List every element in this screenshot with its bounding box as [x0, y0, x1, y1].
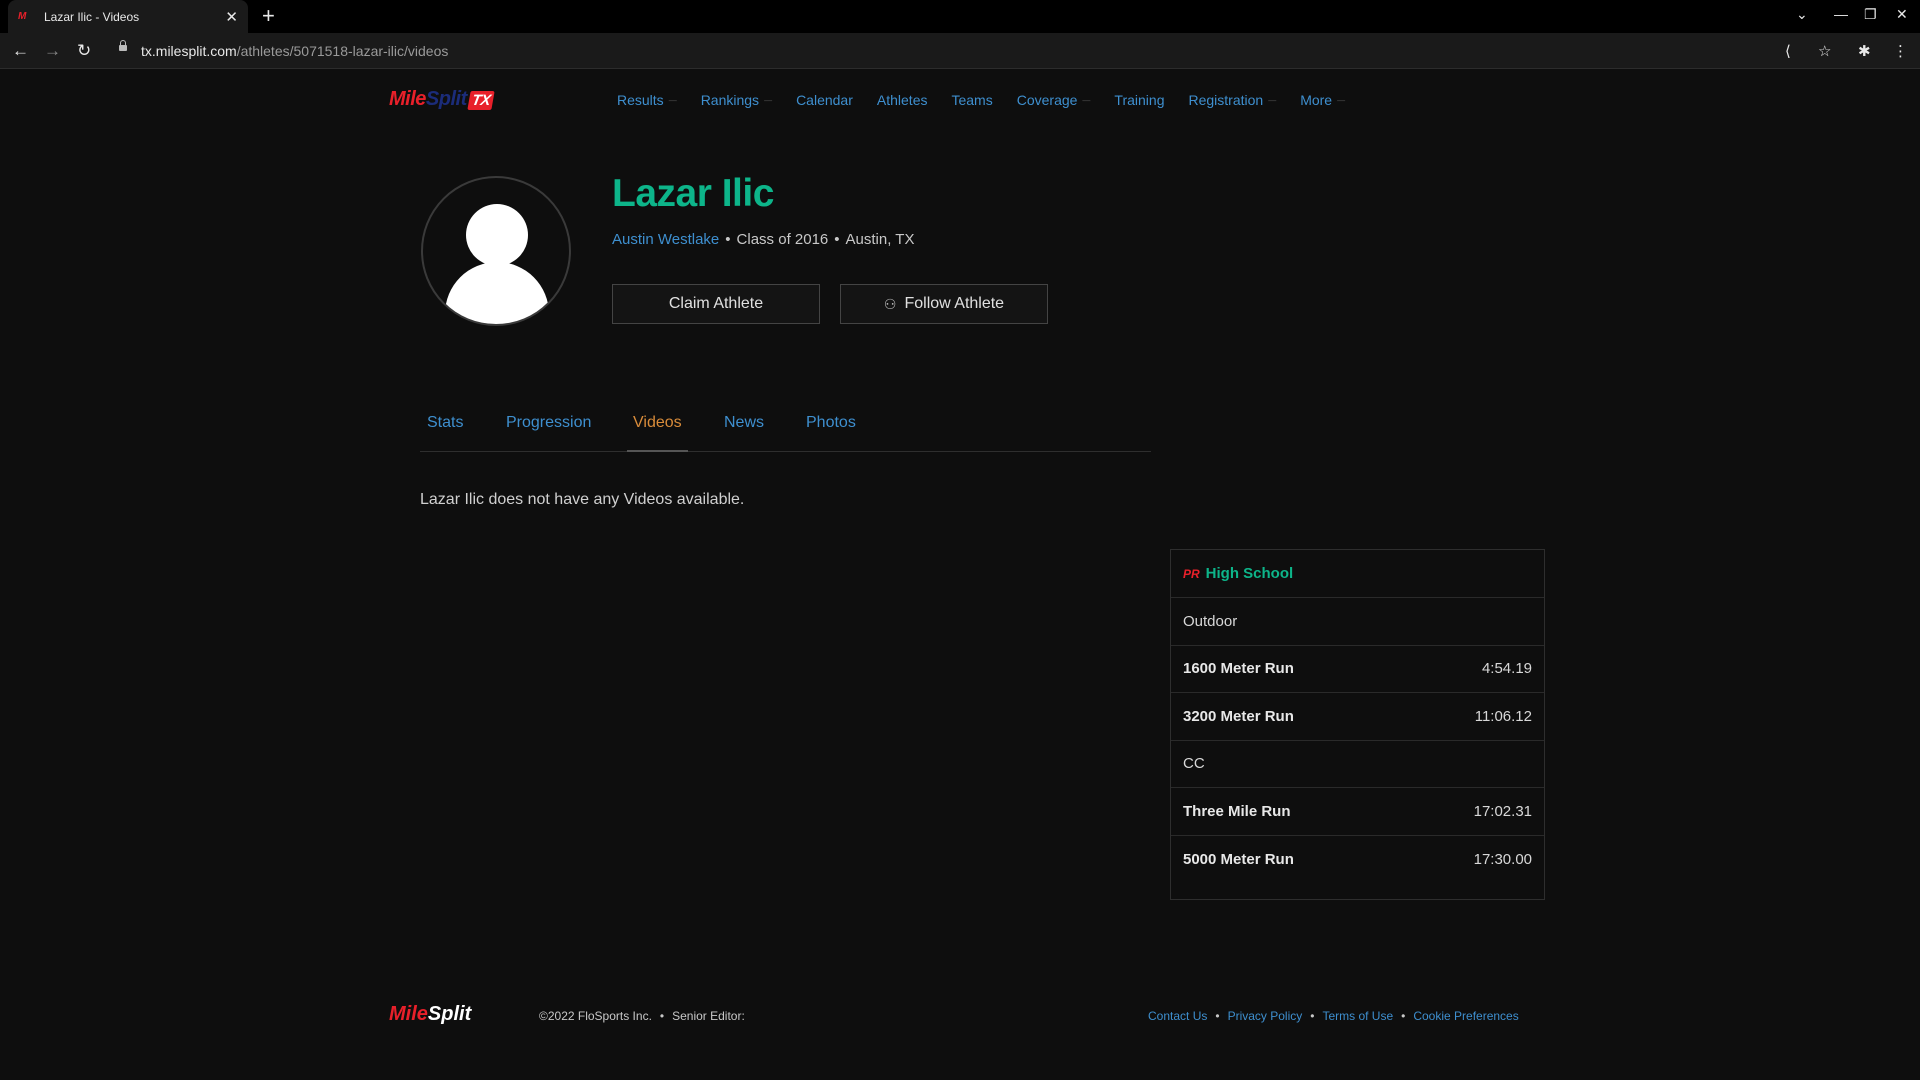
- footer-link-privacy[interactable]: Privacy Policy: [1228, 1009, 1303, 1023]
- share-icon[interactable]: ⟨: [1785, 42, 1791, 60]
- tab-videos[interactable]: Videos: [627, 414, 688, 452]
- footer-separator: •: [659, 1009, 665, 1023]
- athlete-location: Austin, TX: [845, 231, 915, 248]
- profile-tabs: Stats Progression Videos News Photos: [420, 414, 1151, 452]
- nav-calendar[interactable]: Calendar: [796, 92, 853, 108]
- nav-teams[interactable]: Teams: [951, 92, 992, 108]
- close-tab-icon[interactable]: ✕: [225, 8, 238, 26]
- browser-tab-strip: M Lazar Ilic - Videos ✕ + ⌄ — ❐ ✕: [0, 0, 1920, 33]
- bookmark-star-icon[interactable]: ☆: [1818, 42, 1831, 60]
- footer-separator: •: [1401, 1009, 1406, 1023]
- pr-row[interactable]: 3200 Meter Run 11:06.12: [1171, 693, 1544, 741]
- pr-event: 5000 Meter Run: [1183, 850, 1294, 868]
- footer-logo-mile: Mile: [389, 1003, 428, 1025]
- footer-link-cookies[interactable]: Cookie Preferences: [1413, 1009, 1518, 1023]
- tab-progression[interactable]: Progression: [506, 414, 591, 452]
- milesplit-favicon-icon: M: [18, 10, 27, 22]
- pr-time: 17:02.31: [1473, 802, 1532, 820]
- logo-mile: Mile: [389, 88, 426, 110]
- milesplit-tx-logo[interactable]: MileSplit TX: [389, 88, 495, 111]
- pr-event: 3200 Meter Run: [1183, 707, 1294, 725]
- avatar-head: [466, 204, 528, 266]
- pr-section-header: Outdoor: [1171, 598, 1544, 646]
- nav-training[interactable]: Training: [1114, 92, 1164, 108]
- pr-time: 4:54.19: [1481, 660, 1532, 678]
- pr-time: 11:06.12: [1474, 707, 1532, 725]
- footer-logo-split: Split: [427, 1003, 472, 1025]
- nav-coverage[interactable]: Coverage: [1017, 92, 1091, 108]
- nav-registration[interactable]: Registration: [1188, 92, 1276, 108]
- nav-results[interactable]: Results: [617, 92, 677, 108]
- pr-card-title: High School: [1205, 565, 1294, 582]
- section-name: Outdoor: [1183, 612, 1238, 630]
- section-name: CC: [1183, 755, 1205, 773]
- pr-badge-icon: PR: [1183, 567, 1200, 581]
- logo-state: TX: [467, 91, 495, 110]
- footer-separator: •: [1215, 1009, 1220, 1023]
- follow-athlete-label: Follow Athlete: [904, 295, 1005, 312]
- follow-athlete-button[interactable]: ⚇ Follow Athlete: [840, 284, 1048, 324]
- main-nav: Results Rankings Calendar Athletes Teams…: [617, 92, 1369, 108]
- url-path: /athletes/5071518-lazar-ilic/videos: [236, 43, 449, 59]
- forward-icon[interactable]: →: [44, 41, 61, 61]
- claim-athlete-button[interactable]: Claim Athlete: [612, 284, 820, 324]
- athlete-avatar: [421, 176, 571, 326]
- personal-records-card: PR High School Outdoor 1600 Meter Run 4:54…: [1170, 549, 1545, 900]
- footer-link-terms[interactable]: Terms of Use: [1322, 1009, 1393, 1023]
- copyright-text: ©2022 FloSports Inc.: [539, 1009, 652, 1023]
- footer-milesplit-logo[interactable]: MileSplit: [389, 1003, 471, 1026]
- footer-separator: •: [1310, 1009, 1315, 1023]
- minimize-icon[interactable]: —: [1834, 6, 1848, 22]
- new-tab-icon[interactable]: +: [262, 5, 275, 27]
- athlete-meta: Austin Westlake • Class of 2016 • Austin, TX: [612, 231, 914, 248]
- athlete-school-link[interactable]: Austin Westlake: [612, 231, 719, 248]
- restore-icon[interactable]: ❐: [1864, 6, 1877, 23]
- pr-row[interactable]: 5000 Meter Run 17:30.00: [1171, 836, 1544, 884]
- reload-icon[interactable]: ↻: [77, 41, 91, 61]
- tab-title: Lazar Ilic - Videos: [44, 9, 140, 24]
- tab-photos[interactable]: Photos: [806, 414, 856, 452]
- browser-menu-icon[interactable]: ⋮: [1893, 42, 1908, 60]
- lock-icon: [119, 40, 127, 54]
- pr-event: 1600 Meter Run: [1183, 660, 1294, 678]
- meta-separator: •: [834, 231, 840, 248]
- footer-copyright: ©2022 FloSports Inc. • Senior Editor:: [539, 1009, 745, 1023]
- senior-editor-text: Senior Editor:: [672, 1009, 745, 1023]
- footer-links: Contact Us • Privacy Policy • Terms of Use • C…: [1148, 1009, 1519, 1023]
- pr-card-header: PR High School: [1171, 550, 1544, 598]
- back-icon[interactable]: ←: [12, 41, 29, 61]
- empty-videos-message: Lazar Ilic does not have any Videos avai…: [420, 491, 745, 508]
- tab-search-chevron-icon[interactable]: ⌄: [1796, 6, 1808, 23]
- tab-news[interactable]: News: [724, 414, 764, 452]
- meta-separator: •: [725, 231, 731, 248]
- athlete-name: Lazar Ilic: [612, 172, 774, 215]
- nav-athletes[interactable]: Athletes: [877, 92, 928, 108]
- address-bar: ← → ↻ tx.milesplit.com/athletes/5071518-…: [0, 33, 1920, 69]
- logo-split: Split: [425, 88, 467, 110]
- browser-tab[interactable]: M Lazar Ilic - Videos ✕: [8, 0, 248, 33]
- nav-more[interactable]: More: [1300, 92, 1345, 108]
- tab-stats[interactable]: Stats: [427, 414, 463, 452]
- follow-user-icon: ⚇: [883, 295, 897, 312]
- close-window-icon[interactable]: ✕: [1896, 6, 1908, 23]
- pr-section-header: CC: [1171, 741, 1544, 788]
- avatar-body: [445, 262, 549, 324]
- nav-rankings[interactable]: Rankings: [701, 92, 772, 108]
- claim-athlete-label: Claim Athlete: [668, 295, 764, 312]
- url-host: tx.milesplit.com: [141, 43, 237, 59]
- pr-row[interactable]: Three Mile Run 17:02.31: [1171, 788, 1544, 836]
- athlete-class: Class of 2016: [736, 231, 829, 248]
- extensions-puzzle-icon[interactable]: ✱: [1858, 42, 1871, 60]
- pr-time: 17:30.00: [1473, 850, 1532, 868]
- pr-row[interactable]: 1600 Meter Run 4:54.19: [1171, 646, 1544, 693]
- pr-event: Three Mile Run: [1183, 802, 1291, 820]
- footer-link-contact[interactable]: Contact Us: [1148, 1009, 1207, 1023]
- url-field[interactable]: tx.milesplit.com/athletes/5071518-lazar-…: [141, 43, 448, 59]
